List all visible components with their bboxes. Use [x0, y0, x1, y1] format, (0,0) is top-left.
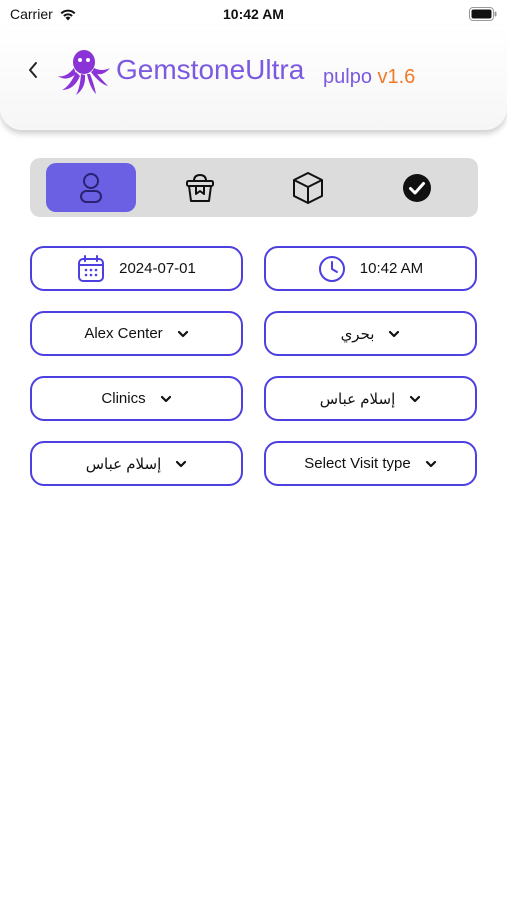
person-icon	[80, 172, 102, 203]
person-value: إسلام عباس	[319, 390, 396, 408]
tab-package[interactable]	[263, 163, 353, 212]
tab-confirm[interactable]	[372, 163, 462, 212]
region-value: بحري	[340, 325, 375, 343]
octopus-logo-icon	[58, 50, 110, 95]
date-value: 2024-07-01	[119, 260, 196, 277]
person-dropdown[interactable]: إسلام عباس	[264, 376, 477, 421]
app-header: GemstoneUltra pulpo v1.6	[0, 26, 507, 130]
chevron-down-icon	[389, 330, 400, 337]
status-bar: Carrier 10:42 AM	[0, 0, 507, 28]
battery-icon	[469, 7, 497, 21]
chevron-down-icon	[160, 395, 171, 402]
center-value: Alex Center	[84, 325, 163, 342]
chevron-down-icon	[176, 460, 187, 467]
box-icon	[293, 171, 323, 204]
date-picker[interactable]: 2024-07-01	[30, 246, 243, 291]
app-subtitle: pulpo v1.6	[323, 66, 415, 89]
department-dropdown[interactable]: Clinics	[30, 376, 243, 421]
person-secondary-value: إسلام عباس	[85, 455, 162, 473]
tab-basket[interactable]	[155, 163, 245, 212]
app-version: v1.6	[377, 66, 416, 88]
check-circle-icon	[403, 173, 431, 202]
basket-icon	[186, 173, 214, 202]
calendar-icon	[78, 254, 105, 282]
chevron-down-icon	[425, 460, 436, 467]
center-dropdown[interactable]: Alex Center	[30, 311, 243, 356]
tab-bar	[30, 158, 478, 217]
chevron-down-icon	[177, 330, 188, 337]
person-secondary-dropdown[interactable]: إسلام عباس	[30, 441, 243, 486]
chevron-left-icon	[29, 62, 37, 78]
app-sub-label: pulpo	[323, 66, 372, 88]
time-picker[interactable]: 10:42 AM	[264, 246, 477, 291]
region-dropdown[interactable]: بحري	[264, 311, 477, 356]
chevron-down-icon	[410, 395, 421, 402]
tab-profile[interactable]	[46, 163, 136, 212]
visit-type-value: Select Visit type	[304, 455, 411, 472]
department-value: Clinics	[101, 390, 146, 407]
back-button[interactable]	[22, 56, 44, 84]
visit-type-dropdown[interactable]: Select Visit type	[264, 441, 477, 486]
app-title: GemstoneUltra	[116, 54, 305, 85]
clock-icon	[318, 255, 345, 282]
time-value: 10:42 AM	[359, 260, 424, 277]
status-time: 10:42 AM	[223, 6, 284, 22]
